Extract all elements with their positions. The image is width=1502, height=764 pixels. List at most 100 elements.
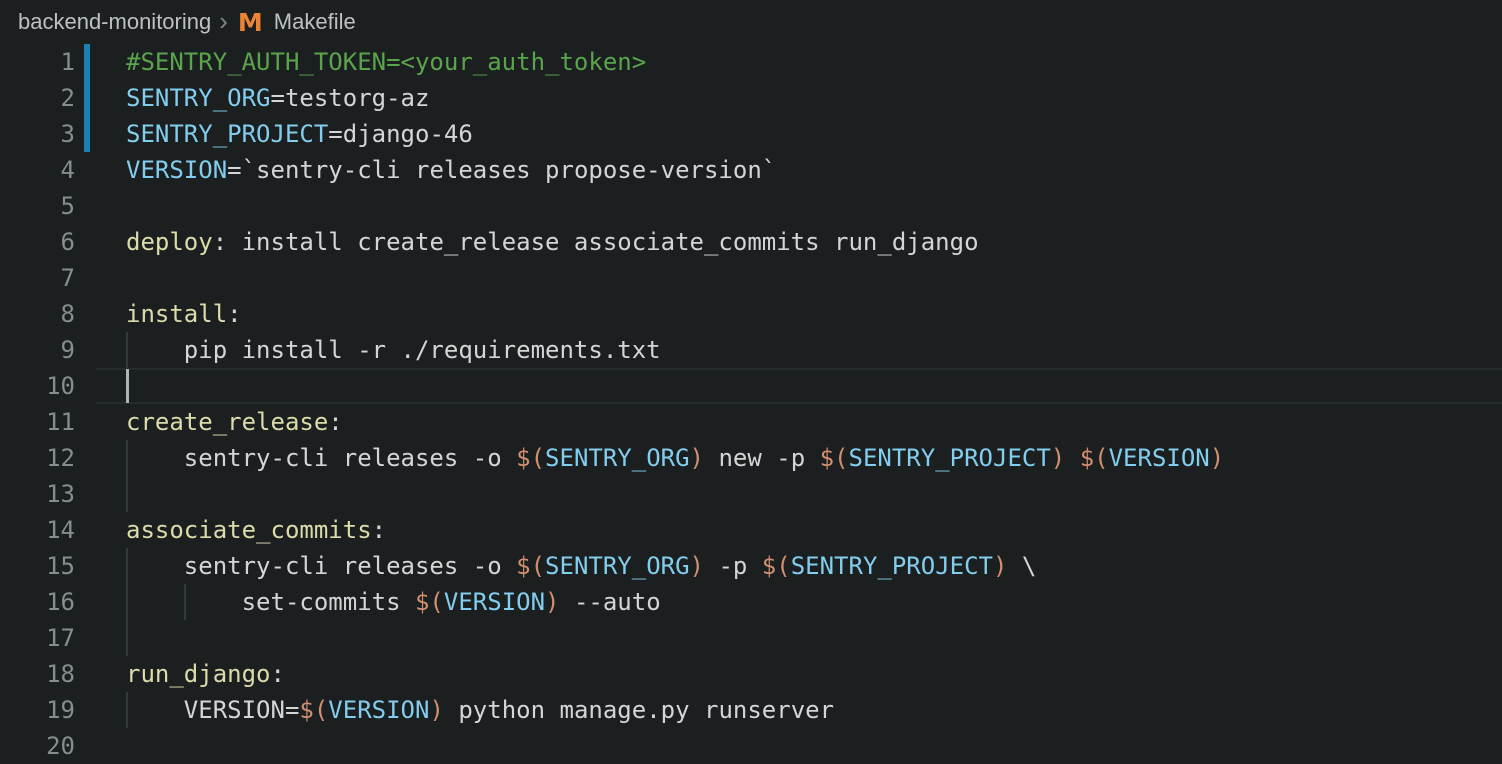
code-token: new -p: [704, 444, 820, 472]
code-token: :: [328, 408, 342, 436]
code-line-content[interactable]: sentry-cli releases -o $(SENTRY_ORG) new…: [126, 440, 1224, 476]
code-token: :: [227, 300, 241, 328]
code-token: ): [690, 552, 704, 580]
indent-guide: [126, 620, 128, 656]
line-number: 12: [0, 440, 75, 476]
line-number: 8: [0, 296, 75, 332]
chevron-right-icon: ›: [219, 6, 228, 37]
code-token: ): [690, 444, 704, 472]
text-cursor: [126, 369, 129, 403]
code-line-content[interactable]: SENTRY_ORG=testorg-az: [126, 80, 429, 116]
code-token: VERSION: [444, 588, 545, 616]
line-number: 7: [0, 260, 75, 296]
code-line-content[interactable]: VERSION=$(VERSION) python manage.py runs…: [126, 692, 834, 728]
code-token: set-commits: [242, 588, 415, 616]
code-token: sentry-cli releases -o: [184, 444, 516, 472]
code-line-content[interactable]: deploy: install create_release associate…: [126, 224, 979, 260]
code-token: $(: [820, 444, 849, 472]
code-line-content[interactable]: pip install -r ./requirements.txt: [126, 332, 661, 368]
code-token: SENTRY_ORG: [126, 84, 271, 112]
code-token: ): [1210, 444, 1224, 472]
makefile-icon: M: [238, 8, 263, 37]
code-token: =`sentry-cli releases propose-version`: [227, 156, 776, 184]
code-line-content[interactable]: VERSION=`sentry-cli releases propose-ver…: [126, 152, 776, 188]
code-token: $(: [516, 552, 545, 580]
line-number: 10: [0, 368, 75, 404]
line-number: 20: [0, 728, 75, 764]
code-token: ): [993, 552, 1007, 580]
code-line-12: 12 sentry-cli releases -o $(SENTRY_ORG) …: [0, 440, 1502, 476]
code-token: create_release: [126, 408, 328, 436]
code-line-7: 7: [0, 260, 1502, 296]
code-token: sentry-cli releases -o: [184, 552, 516, 580]
code-line-content[interactable]: install:: [126, 296, 242, 332]
line-number: 17: [0, 620, 75, 656]
code-token: $(: [415, 588, 444, 616]
code-line-15: 15 sentry-cli releases -o $(SENTRY_ORG) …: [0, 548, 1502, 584]
code-line-10: 10: [0, 368, 1502, 404]
code-line-content[interactable]: create_release:: [126, 404, 343, 440]
code-line-6: 6 deploy: install create_release associat…: [0, 224, 1502, 260]
code-token: VERSION: [328, 696, 429, 724]
indent-whitespace: [126, 444, 184, 472]
code-line-9: 9 pip install -r ./requirements.txt: [0, 332, 1502, 368]
line-number: 15: [0, 548, 75, 584]
code-token: VERSION: [1109, 444, 1210, 472]
indent-whitespace: [126, 552, 184, 580]
code-line-11: 11create_release:: [0, 404, 1502, 440]
code-line-content[interactable]: run_django:: [126, 656, 285, 692]
code-token: :: [372, 516, 386, 544]
code-token: $(: [516, 444, 545, 472]
code-line-18: 18 run_django:: [0, 656, 1502, 692]
line-number: 14: [0, 512, 75, 548]
code-token: VERSION=: [184, 696, 300, 724]
code-token: \: [1007, 552, 1036, 580]
code-token: $(: [1080, 444, 1109, 472]
line-number: 3: [0, 116, 75, 152]
breadcrumb: backend-monitoring › M Makefile: [0, 0, 1502, 44]
breadcrumb-folder[interactable]: backend-monitoring: [18, 9, 211, 35]
code-line-1: 1#SENTRY_AUTH_TOKEN=<your_auth_token>: [0, 44, 1502, 80]
breadcrumb-file[interactable]: Makefile: [274, 9, 356, 35]
code-token: :: [271, 660, 285, 688]
code-line-content[interactable]: associate_commits:: [126, 512, 386, 548]
indent-whitespace: [126, 588, 242, 616]
line-number: 18: [0, 656, 75, 692]
code-token: SENTRY_PROJECT: [126, 120, 328, 148]
code-line-content[interactable]: SENTRY_PROJECT=django-46: [126, 116, 473, 152]
line-number: 9: [0, 332, 75, 368]
line-number: 16: [0, 584, 75, 620]
code-token: SENTRY_PROJECT: [849, 444, 1051, 472]
code-line-14: 14 associate_commits:: [0, 512, 1502, 548]
code-token: [1065, 444, 1079, 472]
line-number: 5: [0, 188, 75, 224]
code-line-content[interactable]: set-commits $(VERSION) --auto: [126, 584, 661, 620]
gutter-modified-indicator: [84, 44, 90, 80]
indent-whitespace: [126, 696, 184, 724]
code-token: VERSION: [126, 156, 227, 184]
code-token: : install create_release associate_commi…: [213, 228, 979, 256]
code-token: python manage.py runserver: [444, 696, 834, 724]
indent-guide: [126, 476, 128, 512]
code-line-4: 4VERSION=`sentry-cli releases propose-ve…: [0, 152, 1502, 188]
indent-whitespace: [126, 336, 184, 364]
code-line-17: 17: [0, 620, 1502, 656]
code-line-20: 20: [0, 728, 1502, 764]
line-number: 2: [0, 80, 75, 116]
code-line-19: 19 VERSION=$(VERSION) python manage.py r…: [0, 692, 1502, 728]
code-token: SENTRY_PROJECT: [791, 552, 993, 580]
code-line-content[interactable]: sentry-cli releases -o $(SENTRY_ORG) -p …: [126, 548, 1036, 584]
code-line-8: 8 install:: [0, 296, 1502, 332]
code-token: ): [1051, 444, 1065, 472]
code-token: deploy: [126, 228, 213, 256]
line-number: 13: [0, 476, 75, 512]
code-line-content[interactable]: #SENTRY_AUTH_TOKEN=<your_auth_token>: [126, 44, 646, 80]
code-token: associate_commits: [126, 516, 372, 544]
code-token: pip install -r ./requirements.txt: [184, 336, 661, 364]
code-token: SENTRY_ORG: [545, 552, 690, 580]
current-line-highlight: [96, 368, 1502, 404]
code-line-2: 2 SENTRY_ORG=testorg-az: [0, 80, 1502, 116]
code-token: $(: [299, 696, 328, 724]
line-number: 6: [0, 224, 75, 260]
code-line-5: 5: [0, 188, 1502, 224]
